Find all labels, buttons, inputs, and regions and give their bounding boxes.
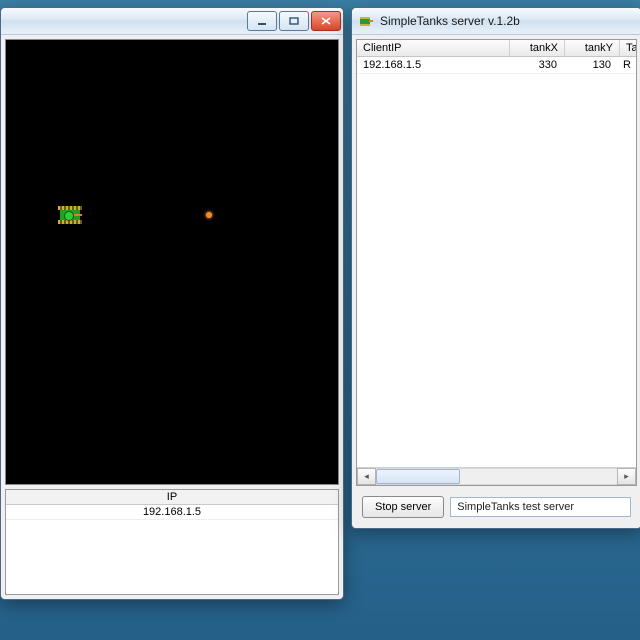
cell-tankx: 330: [509, 57, 563, 73]
scroll-left-button[interactable]: ◂: [357, 468, 376, 485]
game-titlebar[interactable]: [1, 8, 343, 35]
scroll-thumb[interactable]: [376, 469, 460, 484]
grid-header: ClientIP tankX tankY TankD B: [357, 40, 636, 57]
scroll-track[interactable]: [376, 468, 617, 485]
server-title: SimpleTanks server v.1.2b: [380, 14, 639, 28]
scroll-right-button[interactable]: ▸: [617, 468, 636, 485]
minimize-icon: [257, 17, 267, 25]
game-window: IP 192.168.1.5: [0, 7, 344, 600]
tank-sprite: [58, 206, 82, 224]
server-name-input[interactable]: [450, 497, 631, 517]
game-canvas[interactable]: [5, 39, 339, 485]
cell-tankd: R: [617, 57, 637, 73]
players-header: IP: [6, 490, 338, 505]
col-clientip[interactable]: ClientIP: [357, 40, 510, 56]
close-icon: [321, 17, 331, 25]
maximize-button[interactable]: [279, 11, 309, 31]
col-tankd[interactable]: TankD: [620, 40, 637, 56]
cell-tanky: 130: [563, 57, 617, 73]
clients-grid: ClientIP tankX tankY TankD B 192.168.1.5…: [356, 39, 637, 486]
cell-clientip: 192.168.1.5: [357, 57, 509, 73]
close-button[interactable]: [311, 11, 341, 31]
server-window: SimpleTanks server v.1.2b ClientIP tankX…: [351, 7, 640, 529]
grid-hscrollbar[interactable]: ◂ ▸: [357, 467, 636, 485]
col-tankx[interactable]: tankX: [510, 40, 565, 56]
maximize-icon: [289, 17, 299, 25]
app-icon: [358, 13, 374, 29]
stop-server-button[interactable]: Stop server: [362, 496, 444, 518]
minimize-button[interactable]: [247, 11, 277, 31]
bullet-sprite: [206, 212, 212, 218]
col-tanky[interactable]: tankY: [565, 40, 620, 56]
grid-row[interactable]: 192.168.1.5 330 130 R 6: [357, 57, 636, 74]
players-row[interactable]: 192.168.1.5: [6, 505, 338, 520]
server-titlebar[interactable]: SimpleTanks server v.1.2b: [352, 8, 640, 35]
players-list: IP 192.168.1.5: [5, 489, 339, 595]
